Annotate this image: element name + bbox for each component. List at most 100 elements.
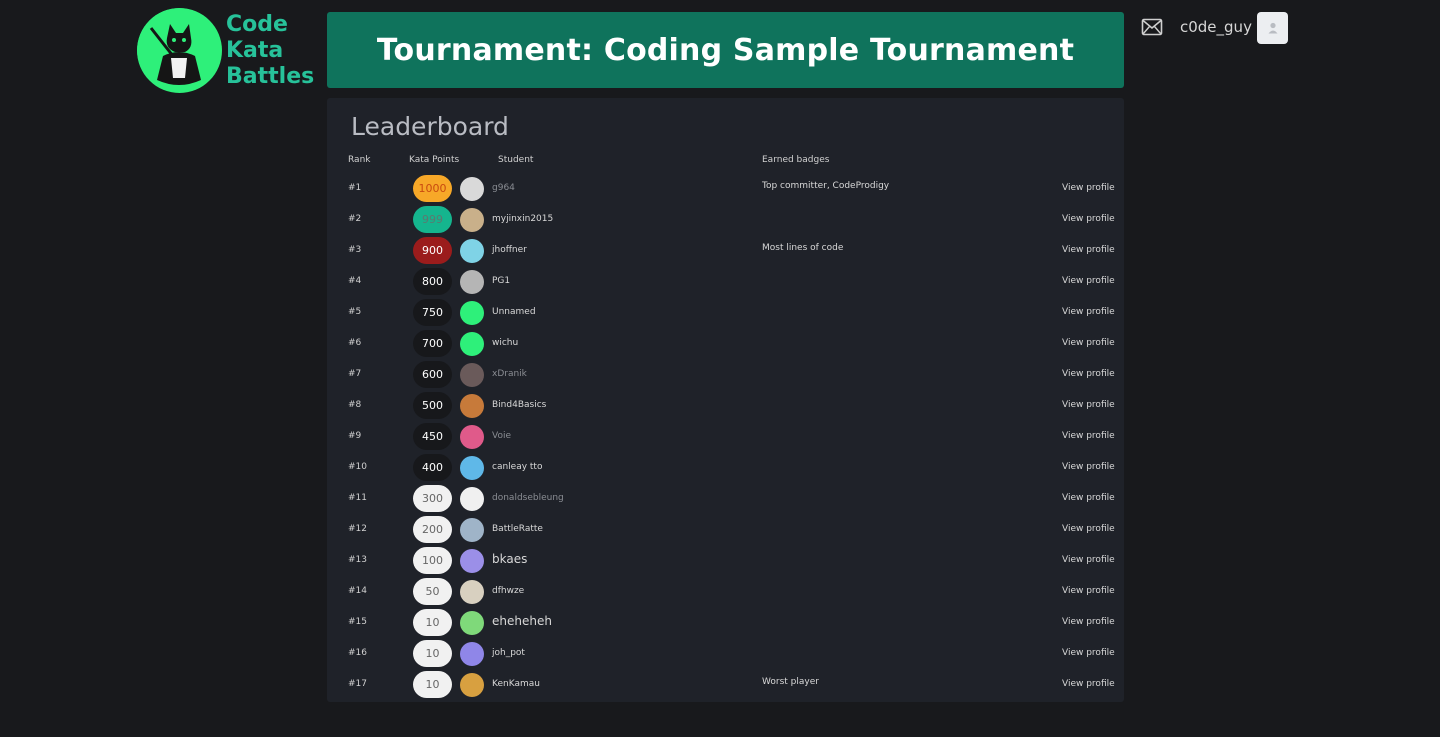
student-name[interactable]: myjinxin2015 <box>492 214 553 224</box>
view-profile-link[interactable]: View profile <box>1062 679 1115 689</box>
points-badge: 300 <box>413 485 452 512</box>
brand-name: Code Kata Battles <box>226 12 314 90</box>
view-profile-link[interactable]: View profile <box>1062 245 1115 255</box>
brand-line-1: Code <box>226 12 288 37</box>
view-profile-link[interactable]: View profile <box>1062 369 1115 379</box>
table-row: #6 700 wichu View profile <box>327 328 1124 359</box>
student-name[interactable]: wichu <box>492 338 518 348</box>
student-avatar[interactable] <box>460 394 484 418</box>
points-badge: 10 <box>413 609 452 636</box>
points-badge: 1000 <box>413 175 452 202</box>
points-badge: 600 <box>413 361 452 388</box>
earned-badges: Top committer, CodeProdigy <box>762 181 890 191</box>
view-profile-link[interactable]: View profile <box>1062 183 1115 193</box>
points-badge: 999 <box>413 206 452 233</box>
rank-cell: #3 <box>348 245 362 255</box>
student-name[interactable]: KenKamau <box>492 679 540 689</box>
mail-icon[interactable] <box>1141 17 1163 37</box>
points-badge: 200 <box>413 516 452 543</box>
view-profile-link[interactable]: View profile <box>1062 586 1115 596</box>
student-name[interactable]: xDranik <box>492 369 527 379</box>
table-row: #17 10 KenKamau Worst player View profile <box>327 669 1124 700</box>
student-name[interactable]: Bind4Basics <box>492 400 546 410</box>
student-name[interactable]: Voie <box>492 431 511 441</box>
table-row: #14 50 dfhwze View profile <box>327 576 1124 607</box>
tournament-title: Tournament: Coding Sample Tournament <box>376 32 1075 68</box>
table-row: #13 100 bkaes View profile <box>327 545 1124 576</box>
student-name[interactable]: PG1 <box>492 276 510 286</box>
points-badge: 450 <box>413 423 452 450</box>
table-row: #7 600 xDranik View profile <box>327 359 1124 390</box>
table-row: #8 500 Bind4Basics View profile <box>327 390 1124 421</box>
view-profile-link[interactable]: View profile <box>1062 524 1115 534</box>
rank-cell: #12 <box>348 524 367 534</box>
table-row: #15 10 eheheheh View profile <box>327 607 1124 638</box>
student-name[interactable]: jhoffner <box>492 245 527 255</box>
view-profile-link[interactable]: View profile <box>1062 648 1115 658</box>
student-avatar[interactable] <box>460 642 484 666</box>
student-name[interactable]: Unnamed <box>492 307 536 317</box>
student-avatar[interactable] <box>460 580 484 604</box>
points-badge: 800 <box>413 268 452 295</box>
student-name[interactable]: eheheheh <box>492 614 552 628</box>
view-profile-link[interactable]: View profile <box>1062 338 1115 348</box>
student-avatar[interactable] <box>460 487 484 511</box>
view-profile-link[interactable]: View profile <box>1062 555 1115 565</box>
ninja-cat-logo-icon <box>137 8 222 93</box>
leaderboard-title: Leaderboard <box>351 112 509 141</box>
leaderboard-panel: Leaderboard Rank Kata Points Student Ear… <box>327 98 1124 702</box>
rank-cell: #4 <box>348 276 362 286</box>
view-profile-link[interactable]: View profile <box>1062 617 1115 627</box>
username-label[interactable]: c0de_guy <box>1180 18 1252 36</box>
rank-cell: #6 <box>348 338 362 348</box>
student-avatar[interactable] <box>460 673 484 697</box>
column-header-student: Student <box>498 155 534 165</box>
table-row: #5 750 Unnamed View profile <box>327 297 1124 328</box>
table-row: #12 200 BattleRatte View profile <box>327 514 1124 545</box>
brand-logo[interactable]: Code Kata Battles <box>137 8 317 94</box>
student-avatar[interactable] <box>460 456 484 480</box>
view-profile-link[interactable]: View profile <box>1062 276 1115 286</box>
student-name[interactable]: donaldsebleung <box>492 493 564 503</box>
student-avatar[interactable] <box>460 270 484 294</box>
view-profile-link[interactable]: View profile <box>1062 431 1115 441</box>
view-profile-link[interactable]: View profile <box>1062 400 1115 410</box>
student-avatar[interactable] <box>460 363 484 387</box>
view-profile-link[interactable]: View profile <box>1062 307 1115 317</box>
user-avatar-icon[interactable] <box>1257 12 1288 44</box>
table-row: #1 1000 g964 Top committer, CodeProdigy View… <box>327 173 1124 204</box>
student-avatar[interactable] <box>460 177 484 201</box>
column-header-rank: Rank <box>348 155 371 165</box>
rank-cell: #13 <box>348 555 367 565</box>
rank-cell: #2 <box>348 214 362 224</box>
view-profile-link[interactable]: View profile <box>1062 214 1115 224</box>
column-header-points: Kata Points <box>409 155 460 165</box>
student-name[interactable]: bkaes <box>492 552 527 566</box>
rank-cell: #15 <box>348 617 367 627</box>
table-row: #11 300 donaldsebleung View profile <box>327 483 1124 514</box>
student-avatar[interactable] <box>460 518 484 542</box>
table-row: #16 10 joh_pot View profile <box>327 638 1124 669</box>
tournament-banner: Tournament: Coding Sample Tournament <box>327 12 1124 88</box>
view-profile-link[interactable]: View profile <box>1062 462 1115 472</box>
rank-cell: #16 <box>348 648 367 658</box>
student-name[interactable]: joh_pot <box>492 648 525 658</box>
student-name[interactable]: dfhwze <box>492 586 524 596</box>
rank-cell: #1 <box>348 183 362 193</box>
student-avatar[interactable] <box>460 611 484 635</box>
student-avatar[interactable] <box>460 301 484 325</box>
rank-cell: #17 <box>348 679 367 689</box>
student-avatar[interactable] <box>460 425 484 449</box>
student-name[interactable]: g964 <box>492 183 515 193</box>
student-name[interactable]: BattleRatte <box>492 524 543 534</box>
student-avatar[interactable] <box>460 239 484 263</box>
view-profile-link[interactable]: View profile <box>1062 493 1115 503</box>
student-avatar[interactable] <box>460 332 484 356</box>
student-avatar[interactable] <box>460 208 484 232</box>
rank-cell: #7 <box>348 369 362 379</box>
student-name[interactable]: canleay tto <box>492 462 542 472</box>
table-row: #9 450 Voie View profile <box>327 421 1124 452</box>
brand-line-3: Battles <box>226 64 315 89</box>
table-row: #4 800 PG1 View profile <box>327 266 1124 297</box>
student-avatar[interactable] <box>460 549 484 573</box>
